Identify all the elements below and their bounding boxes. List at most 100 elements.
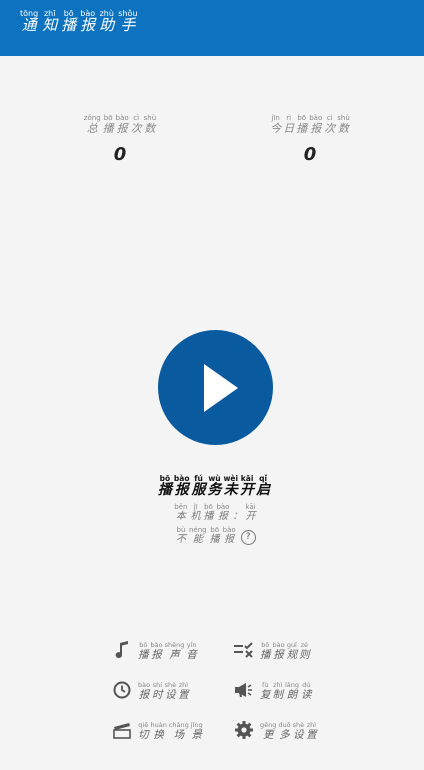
glyph: shù 数 <box>144 114 157 134</box>
local-broadcast-status: běn 本 jī 机 bō 播 bào 报 ： kāi 开 <box>160 503 270 522</box>
glyph: běn 本 <box>174 503 187 522</box>
play-icon <box>204 364 238 412</box>
menu-time-settings-label: bào 报 shí 时 shè 设 zhì 置 <box>138 681 189 701</box>
glyph: kāi 开 <box>240 474 254 497</box>
hanzi: 启 <box>256 482 271 498</box>
glyph: wù 务 <box>208 474 222 497</box>
hanzi: 手 <box>120 16 136 34</box>
glyph: cì 次 <box>324 114 335 134</box>
glyph: duō 多 <box>278 721 290 741</box>
menu-broadcast-rules[interactable]: bō 播 bào 报 guī 规 zé 则 <box>234 640 310 660</box>
glyph: tōng 通 <box>20 9 38 33</box>
total-broadcast-count: zǒng 总 bō 播 bào 报 cì 次 shù 数 0 <box>75 114 165 165</box>
hanzi: 制 <box>272 688 284 701</box>
glyph: gēng 更 <box>260 721 276 741</box>
hanzi: 助 <box>99 16 115 34</box>
menu-switch-scene[interactable]: qiē 切 huàn 换 chǎng 场 jǐng 景 <box>112 720 203 740</box>
hanzi: 数 <box>144 122 156 135</box>
glyph: shè 设 <box>293 721 305 741</box>
glyph: bào 报 <box>223 526 236 545</box>
help-icon[interactable]: ? <box>240 530 256 545</box>
today-broadcast-value: 0 <box>303 144 317 165</box>
hanzi: 朗 <box>286 688 298 701</box>
glyph: bō 播 <box>210 526 220 545</box>
cannot-broadcast-link[interactable]: bù 不 néng 能 bō 播 bào 报 ? <box>176 526 256 545</box>
hanzi: 播 <box>138 648 149 661</box>
gear-icon <box>234 720 254 740</box>
menu-more-settings-label: gēng 更 duō 多 shè 设 zhì 置 <box>260 721 317 741</box>
rule-list-icon <box>234 640 254 660</box>
hanzi: ： <box>232 511 243 522</box>
hanzi: 总 <box>86 122 98 135</box>
glyph: ： <box>232 503 242 522</box>
glyph: néng 能 <box>189 526 207 545</box>
hanzi: 报 <box>151 648 162 661</box>
menu-more-settings[interactable]: gēng 更 duō 多 shè 设 zhì 置 <box>234 720 317 740</box>
hanzi: 今 <box>270 122 282 135</box>
hanzi: 本 <box>175 511 186 522</box>
glyph: bào 报 <box>216 503 229 522</box>
hanzi: 播 <box>203 511 214 522</box>
hanzi: 能 <box>192 534 203 545</box>
hanzi: 报 <box>310 122 322 135</box>
hanzi: 多 <box>279 728 290 741</box>
glyph: zhī 知 <box>42 9 57 33</box>
menu-time-settings[interactable]: bào 报 shí 时 shè 设 zhì 置 <box>112 680 189 700</box>
hanzi: 切 <box>138 728 149 741</box>
app-title: tōng 通 zhī 知 bō 播 bào 报 zhù 助 shǒu 手 <box>20 9 137 33</box>
service-status: bō 播 bào 报 fú 服 wù 务 wèi 未 kāi 开 qǐ 启 <box>140 474 288 497</box>
hanzi: 通 <box>21 16 37 34</box>
glyph: jī 机 <box>190 503 200 522</box>
glyph: bō 播 <box>103 114 114 134</box>
glyph: zé 则 <box>299 641 310 661</box>
clock-icon <box>112 680 132 700</box>
hanzi: 报 <box>174 482 189 498</box>
menu-copy-read-aloud-label: fù 复 zhì 制 lǎng 朗 dú 读 <box>260 681 312 701</box>
glyph: bào 报 <box>151 641 163 661</box>
hanzi: 读 <box>301 688 312 701</box>
hanzi: 知 <box>42 16 58 34</box>
glyph: bō 播 <box>260 641 271 661</box>
glyph: bào 报 <box>273 641 285 661</box>
glyph: zhì 置 <box>306 721 317 741</box>
app-bar: tōng 通 zhī 知 bō 播 bào 报 zhù 助 shǒu 手 <box>0 0 424 56</box>
menu-broadcast-voice[interactable]: bō 播 bào 报 shēng 声 yīn 音 <box>112 640 197 660</box>
menu-switch-scene-label: qiē 切 huàn 换 chǎng 场 jǐng 景 <box>138 721 203 741</box>
glyph: yīn 音 <box>186 641 197 661</box>
hanzi: 报 <box>138 688 150 701</box>
hanzi: 复 <box>260 688 271 701</box>
megaphone-icon <box>234 680 254 700</box>
hanzi: 播 <box>157 482 172 498</box>
hanzi: 报 <box>116 122 128 135</box>
glyph: zhì 制 <box>273 681 284 701</box>
cannot-broadcast-label: bù 不 néng 能 bō 播 bào 报 <box>176 526 236 545</box>
hanzi: 景 <box>191 728 202 741</box>
today-broadcast-count: jīn 今 rì 日 bō 播 bào 报 cì 次 shù 数 0 <box>260 114 360 165</box>
glyph: jǐng 景 <box>191 721 203 741</box>
glyph: bō 播 <box>203 503 213 522</box>
menu-copy-read-aloud[interactable]: fù 复 zhì 制 lǎng 朗 dú 读 <box>234 680 312 700</box>
hanzi: 则 <box>299 648 310 661</box>
hanzi: 播 <box>260 648 271 661</box>
glyph: shù 数 <box>337 114 350 134</box>
hanzi: 报 <box>80 16 96 34</box>
glyph: bào 报 <box>174 474 190 497</box>
glyph: bō 播 <box>61 9 76 33</box>
glyph: wèi 未 <box>224 474 239 497</box>
glyph: huàn 换 <box>151 721 167 741</box>
hanzi: 场 <box>173 728 185 741</box>
glyph: bào 报 <box>80 9 95 33</box>
hanzi: 更 <box>262 728 274 741</box>
hanzi: 开 <box>240 482 255 498</box>
hanzi: 播 <box>209 534 220 545</box>
hanzi: 次 <box>324 122 336 135</box>
glyph: qiē 切 <box>138 721 149 741</box>
menu-broadcast-voice-label: bō 播 bào 报 shēng 声 yīn 音 <box>138 641 197 661</box>
hanzi: 未 <box>223 482 238 498</box>
hanzi: 播 <box>296 122 308 135</box>
hanzi: 置 <box>178 688 189 701</box>
start-broadcast-button[interactable] <box>158 330 273 445</box>
glyph: bō 播 <box>296 114 307 134</box>
glyph: lǎng 朗 <box>285 681 299 701</box>
glyph: zhù 助 <box>99 9 114 33</box>
